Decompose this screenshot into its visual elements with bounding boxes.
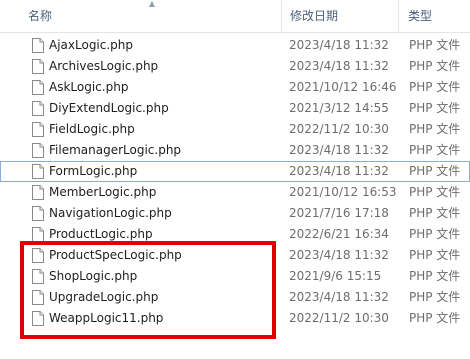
file-name: FormLogic.php (49, 164, 138, 178)
file-type: PHP 文件 (409, 143, 461, 157)
column-header-type[interactable]: 类型 (398, 0, 470, 32)
file-row[interactable]: MemberLogic.php 2021/10/12 16:53 PHP 文件 (0, 182, 470, 203)
file-modified-date: 2022/11/2 10:30 (289, 122, 389, 136)
file-row[interactable]: UpgradeLogic.php 2023/4/18 11:32 PHP 文件 (0, 287, 470, 308)
file-row[interactable]: DiyExtendLogic.php 2021/3/12 14:55 PHP 文件 (0, 98, 470, 119)
file-name: ProductLogic.php (49, 227, 153, 241)
file-icon (32, 248, 44, 263)
file-type: PHP 文件 (409, 164, 461, 178)
file-icon (32, 227, 44, 242)
file-type: PHP 文件 (409, 227, 461, 241)
file-name: MemberLogic.php (49, 185, 157, 199)
file-name: AjaxLogic.php (49, 38, 134, 52)
file-icon (32, 59, 44, 74)
file-type: PHP 文件 (409, 101, 461, 115)
file-list: AjaxLogic.php 2023/4/18 11:32 PHP 文件 Archiv… (0, 35, 470, 329)
file-icon (32, 206, 44, 221)
file-name: DiyExtendLogic.php (49, 101, 169, 115)
file-type: PHP 文件 (409, 185, 461, 199)
file-type: PHP 文件 (409, 311, 461, 325)
file-modified-date: 2022/11/2 10:30 (289, 311, 389, 325)
file-row[interactable]: FieldLogic.php 2022/11/2 10:30 PHP 文件 (0, 119, 470, 140)
file-icon (32, 80, 44, 95)
file-name: ProductSpecLogic.php (49, 248, 182, 262)
file-icon (32, 143, 44, 158)
file-modified-date: 2021/10/12 16:53 (289, 185, 397, 199)
file-row[interactable]: ArchivesLogic.php 2023/4/18 11:32 PHP 文件 (0, 56, 470, 77)
file-icon (32, 269, 44, 284)
file-row[interactable]: ProductSpecLogic.php 2023/4/18 11:32 PHP 文… (0, 245, 470, 266)
file-row[interactable]: WeappLogic11.php 2022/11/2 10:30 PHP 文件 (0, 308, 470, 329)
file-name: AskLogic.php (49, 80, 129, 94)
file-type: PHP 文件 (409, 38, 461, 52)
file-row[interactable]: FilemanagerLogic.php 2023/4/18 11:32 PHP 文… (0, 140, 470, 161)
file-modified-date: 2023/4/18 11:32 (289, 248, 389, 262)
file-row[interactable]: ShopLogic.php 2021/9/6 15:15 PHP 文件 (0, 266, 470, 287)
file-row[interactable]: NavigationLogic.php 2021/7/16 17:18 PHP 文件 (0, 203, 470, 224)
file-icon (32, 185, 44, 200)
file-name: FilemanagerLogic.php (49, 143, 182, 157)
file-modified-date: 2021/10/12 16:46 (289, 80, 397, 94)
file-name: WeappLogic11.php (49, 311, 164, 325)
file-modified-date: 2023/4/18 11:32 (289, 38, 389, 52)
file-type: PHP 文件 (409, 59, 461, 73)
column-header-bar: ▲ 名称 修改日期 类型 (0, 0, 470, 33)
file-type: PHP 文件 (409, 206, 461, 220)
file-modified-date: 2023/4/18 11:32 (289, 143, 389, 157)
file-modified-date: 2021/7/16 17:18 (289, 206, 389, 220)
file-modified-date: 2021/9/6 15:15 (289, 269, 382, 283)
file-icon (32, 101, 44, 116)
file-type: PHP 文件 (409, 122, 461, 136)
file-name: UpgradeLogic.php (49, 290, 159, 304)
file-row[interactable]: FormLogic.php 2023/4/18 11:32 PHP 文件 (0, 161, 470, 182)
file-modified-date: 2021/3/12 14:55 (289, 101, 389, 115)
file-name: FieldLogic.php (49, 122, 135, 136)
file-row[interactable]: ProductLogic.php 2022/6/21 16:34 PHP 文件 (0, 224, 470, 245)
file-type: PHP 文件 (409, 290, 461, 304)
column-header-date[interactable]: 修改日期 (281, 0, 397, 32)
file-icon (32, 164, 44, 179)
file-name: ShopLogic.php (49, 269, 138, 283)
column-header-name[interactable]: 名称 (0, 0, 280, 32)
file-row[interactable]: AskLogic.php 2021/10/12 16:46 PHP 文件 (0, 77, 470, 98)
file-icon (32, 311, 44, 326)
file-name: ArchivesLogic.php (49, 59, 159, 73)
file-modified-date: 2022/6/21 16:34 (289, 227, 389, 241)
file-row[interactable]: AjaxLogic.php 2023/4/18 11:32 PHP 文件 (0, 35, 470, 56)
file-modified-date: 2023/4/18 11:32 (289, 164, 389, 178)
file-name: NavigationLogic.php (49, 206, 172, 220)
file-type: PHP 文件 (409, 248, 461, 262)
file-modified-date: 2023/4/18 11:32 (289, 290, 389, 304)
file-modified-date: 2023/4/18 11:32 (289, 59, 389, 73)
file-icon (32, 122, 44, 137)
file-icon (32, 290, 44, 305)
file-icon (32, 38, 44, 53)
file-type: PHP 文件 (409, 80, 461, 94)
file-type: PHP 文件 (409, 269, 461, 283)
